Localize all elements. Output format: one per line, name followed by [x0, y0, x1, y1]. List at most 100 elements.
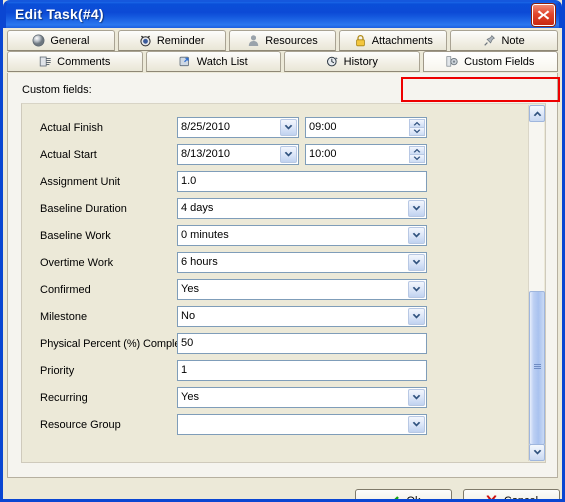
combobox-dropdown-button[interactable]	[408, 416, 425, 433]
field-textbox[interactable]: 50	[177, 333, 427, 354]
field-row: Baseline Work 0 minutes	[22, 222, 530, 249]
combobox-value: Yes	[181, 391, 199, 403]
field-row: Recurring Yes	[22, 384, 530, 411]
spinner-up-button[interactable]	[409, 146, 425, 154]
spinner-up-icon	[413, 121, 421, 126]
field-row: Actual Start 8/13/2010 10:00	[22, 141, 530, 168]
cross-icon	[486, 495, 497, 499]
time-value: 10:00	[309, 148, 337, 160]
fields-scroll-area: Actual Finish 8/25/2010 09:00 Actual Start 8…	[21, 103, 546, 463]
field-label: Baseline Duration	[40, 202, 127, 215]
date-combobox[interactable]: 8/25/2010	[177, 117, 299, 138]
tab-custom-fields[interactable]: Custom Fields	[422, 51, 558, 72]
spinner-up-button[interactable]	[409, 119, 425, 127]
field-combobox[interactable]: No	[177, 306, 427, 327]
combobox-dropdown-button[interactable]	[408, 389, 425, 406]
chevron-down-icon	[412, 313, 421, 319]
date-combobox[interactable]: 8/13/2010	[177, 144, 299, 165]
cancel-button[interactable]: Cancel	[463, 489, 560, 499]
field-row: Milestone No	[22, 303, 530, 330]
spinner-down-button[interactable]	[409, 154, 425, 163]
field-control: 0 minutes	[177, 225, 427, 246]
field-combobox[interactable]: Yes	[177, 387, 427, 408]
chevron-down-icon	[284, 151, 293, 157]
date-dropdown-button[interactable]	[280, 119, 297, 136]
close-icon	[537, 10, 550, 20]
sphere-icon	[32, 34, 45, 47]
field-combobox[interactable]: 6 hours	[177, 252, 427, 273]
fields-scrollbar[interactable]	[528, 105, 545, 461]
chevron-down-icon	[412, 259, 421, 265]
person-icon	[249, 35, 259, 46]
scroll-up-button[interactable]	[529, 105, 545, 122]
tab-attachments[interactable]: Attachments	[339, 30, 448, 51]
ok-button[interactable]: Ok	[355, 489, 452, 499]
chevron-down-icon	[412, 205, 421, 211]
combobox-value: 0 minutes	[181, 229, 229, 241]
field-label: Actual Start	[40, 148, 97, 161]
field-label: Priority	[40, 364, 75, 377]
combobox-dropdown-button[interactable]	[408, 254, 425, 271]
field-control: Yes	[177, 279, 427, 300]
combobox-value: 6 hours	[181, 256, 218, 268]
tab-note[interactable]: Note	[450, 30, 558, 51]
time-value: 09:00	[309, 121, 337, 133]
tab-history[interactable]: History	[284, 51, 420, 72]
pushpin-icon	[484, 35, 496, 46]
combobox-dropdown-button[interactable]	[408, 308, 425, 325]
tab-comments-label: Comments	[57, 55, 111, 68]
field-row: Resource Group	[22, 411, 530, 438]
spinner-down-button[interactable]	[409, 127, 425, 136]
field-label: Assignment Unit	[40, 175, 121, 188]
tab-comments[interactable]: Comments	[7, 51, 143, 72]
custom-fields-panel: Custom fields: Actual Finish 8/25/2010 09:…	[7, 73, 558, 478]
tab-resources-label: Resources	[265, 34, 318, 47]
scroll-down-button[interactable]	[529, 444, 545, 461]
combobox-dropdown-button[interactable]	[408, 200, 425, 217]
field-row: Baseline Duration 4 days	[22, 195, 530, 222]
field-control: 4 days	[177, 198, 427, 219]
close-button[interactable]	[532, 4, 555, 26]
field-label: Milestone	[40, 310, 88, 323]
combobox-dropdown-button[interactable]	[408, 227, 425, 244]
window-title: Edit Task(#4)	[15, 6, 104, 22]
tab-watch-list[interactable]: Watch List	[145, 51, 281, 72]
field-label: Actual Finish	[40, 121, 103, 134]
scroll-thumb[interactable]	[529, 291, 545, 445]
time-spinner-field[interactable]: 09:00	[305, 117, 427, 138]
time-spinner[interactable]	[409, 119, 425, 136]
field-combobox[interactable]: 0 minutes	[177, 225, 427, 246]
chevron-down-icon	[284, 124, 293, 130]
tab-custom-fields-label: Custom Fields	[464, 55, 535, 68]
tab-reminder[interactable]: Reminder	[117, 30, 226, 51]
time-spinner-field[interactable]: 10:00	[305, 144, 427, 165]
field-label: Physical Percent (%) Complete	[40, 337, 190, 350]
field-combobox[interactable]: 4 days	[177, 198, 427, 219]
chevron-down-icon	[412, 232, 421, 238]
check-icon	[394, 496, 400, 499]
date-value: 8/25/2010	[181, 121, 230, 133]
field-combobox[interactable]	[177, 414, 427, 435]
field-control: 1	[177, 360, 427, 381]
tab-general[interactable]: General	[7, 30, 115, 51]
lock-icon	[355, 34, 365, 47]
field-control: 8/13/2010 10:00	[177, 144, 427, 165]
title-bar[interactable]: Edit Task(#4)	[3, 0, 562, 28]
field-textbox[interactable]: 1.0	[177, 171, 427, 192]
field-label: Confirmed	[40, 283, 91, 296]
field-control: 8/25/2010 09:00	[177, 117, 427, 138]
tab-general-label: General	[50, 34, 90, 47]
textbox-value: 50	[181, 337, 194, 349]
tab-resources[interactable]: Resources	[228, 30, 337, 51]
scroll-grip-icon	[534, 364, 541, 372]
ok-button-label: Ok	[406, 495, 420, 499]
chevron-down-icon	[412, 421, 421, 427]
date-dropdown-button[interactable]	[280, 146, 297, 163]
field-textbox[interactable]: 1	[177, 360, 427, 381]
comments-icon	[39, 56, 51, 67]
time-spinner[interactable]	[409, 146, 425, 163]
field-combobox[interactable]: Yes	[177, 279, 427, 300]
combobox-dropdown-button[interactable]	[408, 281, 425, 298]
field-control: No	[177, 306, 427, 327]
field-row: Overtime Work 6 hours	[22, 249, 530, 276]
